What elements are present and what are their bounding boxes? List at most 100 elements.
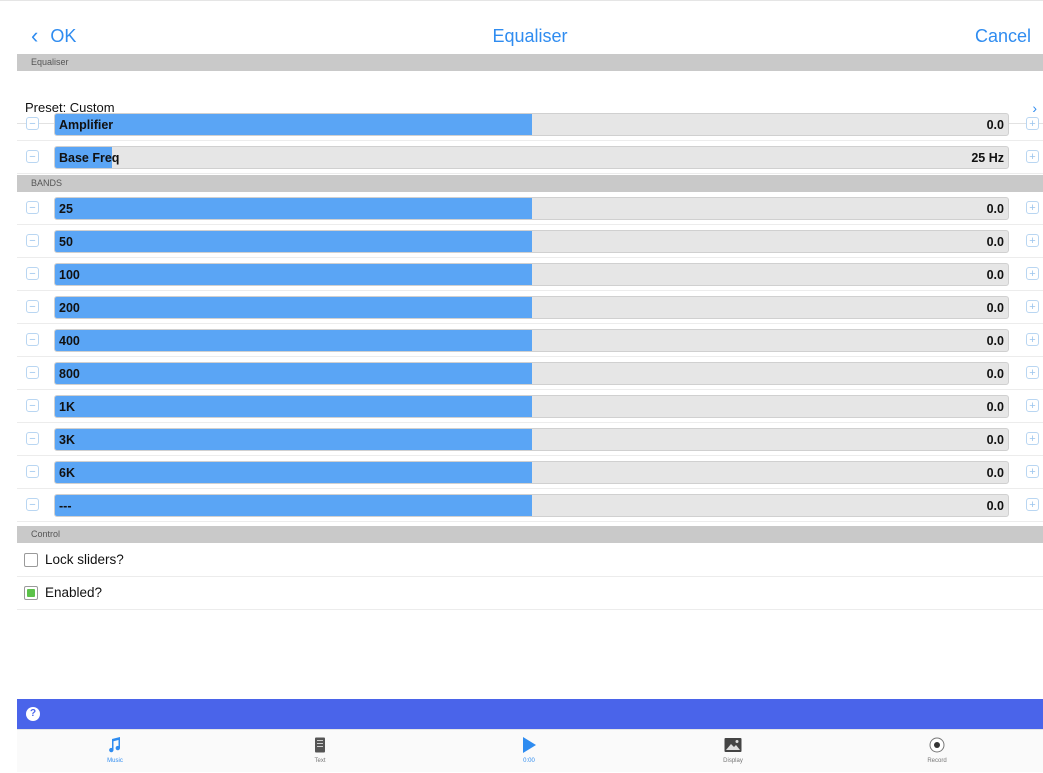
band-row: − 200 0.0 +: [17, 291, 1043, 324]
band-row: − 400 0.0 +: [17, 324, 1043, 357]
band-row: − 1K 0.0 +: [17, 390, 1043, 423]
navigation-bar: ‹ OK Equaliser Cancel: [17, 19, 1043, 52]
decrement-button[interactable]: −: [26, 234, 39, 247]
slider-value: 0.0: [986, 367, 1004, 381]
band-slider[interactable]: 25 0.0: [54, 197, 1009, 220]
band-row: − 100 0.0 +: [17, 258, 1043, 291]
band-slider[interactable]: 1K 0.0: [54, 395, 1009, 418]
help-icon[interactable]: ?: [26, 707, 40, 721]
band-slider[interactable]: 50 0.0: [54, 230, 1009, 253]
decrement-button[interactable]: −: [26, 333, 39, 346]
decrement-button[interactable]: −: [26, 300, 39, 313]
slider-fill: [55, 231, 532, 252]
decrement-button[interactable]: −: [26, 117, 39, 130]
decrement-button[interactable]: −: [26, 399, 39, 412]
increment-button[interactable]: +: [1026, 399, 1039, 412]
decrement-button[interactable]: −: [26, 432, 39, 445]
slider-label: 3K: [59, 433, 75, 447]
increment-button[interactable]: +: [1026, 498, 1039, 511]
increment-button[interactable]: +: [1026, 117, 1039, 130]
page-title: Equaliser: [492, 26, 568, 46]
image-icon: [673, 737, 793, 753]
section-header-bands: BANDS: [17, 175, 1043, 192]
slider-value: 0.0: [986, 400, 1004, 414]
base-freq-row: − Base Freq 25 Hz +: [17, 141, 1043, 174]
tab-bar: Music Text 0:00 Display Record: [17, 729, 1043, 772]
increment-button[interactable]: +: [1026, 366, 1039, 379]
tab-text[interactable]: Text: [260, 730, 380, 773]
slider-value: 0.0: [986, 433, 1004, 447]
increment-button[interactable]: +: [1026, 333, 1039, 346]
increment-button[interactable]: +: [1026, 150, 1039, 163]
increment-button[interactable]: +: [1026, 432, 1039, 445]
band-row: − 800 0.0 +: [17, 357, 1043, 390]
decrement-button[interactable]: −: [26, 465, 39, 478]
slider-value: 0.0: [986, 268, 1004, 282]
slider-fill: [55, 264, 532, 285]
tab-record[interactable]: Record: [877, 730, 997, 773]
tab-label: Record: [927, 758, 947, 764]
decrement-button[interactable]: −: [26, 366, 39, 379]
amplifier-slider[interactable]: Amplifier 0.0: [54, 113, 1009, 136]
lock-sliders-row[interactable]: Lock sliders?: [17, 544, 1043, 577]
band-slider[interactable]: 100 0.0: [54, 263, 1009, 286]
band-slider[interactable]: --- 0.0: [54, 494, 1009, 517]
base-freq-slider[interactable]: Base Freq 25 Hz: [54, 146, 1009, 169]
tab-label: 0:00: [523, 758, 535, 764]
cancel-button[interactable]: Cancel: [975, 26, 1031, 47]
decrement-button[interactable]: −: [26, 150, 39, 163]
slider-value: 25 Hz: [971, 151, 1004, 165]
section-header-control: Control: [17, 526, 1043, 543]
slider-label: 200: [59, 301, 80, 315]
tab-display[interactable]: Display: [673, 730, 793, 773]
slider-label: Amplifier: [59, 118, 114, 132]
decrement-button[interactable]: −: [26, 267, 39, 280]
increment-button[interactable]: +: [1026, 234, 1039, 247]
slider-label: 50: [59, 235, 73, 249]
enabled-row[interactable]: Enabled?: [17, 577, 1043, 610]
increment-button[interactable]: +: [1026, 201, 1039, 214]
lock-sliders-checkbox[interactable]: [24, 553, 38, 567]
band-slider[interactable]: 400 0.0: [54, 329, 1009, 352]
tab-play[interactable]: 0:00: [469, 730, 589, 773]
decrement-button[interactable]: −: [26, 498, 39, 511]
increment-button[interactable]: +: [1026, 300, 1039, 313]
increment-button[interactable]: +: [1026, 267, 1039, 280]
band-row: − 25 0.0 +: [17, 192, 1043, 225]
play-icon: [469, 737, 589, 753]
slider-fill: [55, 495, 532, 516]
slider-fill: [55, 297, 532, 318]
decrement-button[interactable]: −: [26, 201, 39, 214]
increment-button[interactable]: +: [1026, 465, 1039, 478]
slider-value: 0.0: [986, 499, 1004, 513]
slider-label: 1K: [59, 400, 75, 414]
band-slider[interactable]: 6K 0.0: [54, 461, 1009, 484]
equaliser-screen: ‹ OK Equaliser Cancel Equaliser Preset: …: [17, 19, 1043, 772]
record-icon: [877, 737, 997, 753]
tab-label: Music: [107, 758, 123, 764]
slider-fill: [55, 114, 532, 135]
slider-value: 0.0: [986, 466, 1004, 480]
slider-label: 800: [59, 367, 80, 381]
slider-label: 100: [59, 268, 80, 282]
slider-value: 0.0: [986, 202, 1004, 216]
tab-music[interactable]: Music: [55, 730, 175, 773]
band-row: − 50 0.0 +: [17, 225, 1043, 258]
slider-fill: [55, 462, 532, 483]
slider-value: 0.0: [986, 301, 1004, 315]
band-slider[interactable]: 200 0.0: [54, 296, 1009, 319]
enabled-checkbox[interactable]: [24, 586, 38, 600]
band-row: − --- 0.0 +: [17, 489, 1043, 522]
band-slider[interactable]: 800 0.0: [54, 362, 1009, 385]
slider-value: 0.0: [986, 118, 1004, 132]
document-icon: [260, 737, 380, 753]
lock-sliders-label: Lock sliders?: [45, 552, 124, 567]
enabled-label: Enabled?: [45, 585, 103, 600]
band-row: − 6K 0.0 +: [17, 456, 1043, 489]
slider-fill: [55, 429, 532, 450]
info-bar: ?: [17, 699, 1043, 729]
band-row: − 3K 0.0 +: [17, 423, 1043, 456]
amplifier-row: − Amplifier 0.0 +: [17, 108, 1043, 141]
band-slider[interactable]: 3K 0.0: [54, 428, 1009, 451]
section-header-equaliser: Equaliser: [17, 54, 1043, 71]
